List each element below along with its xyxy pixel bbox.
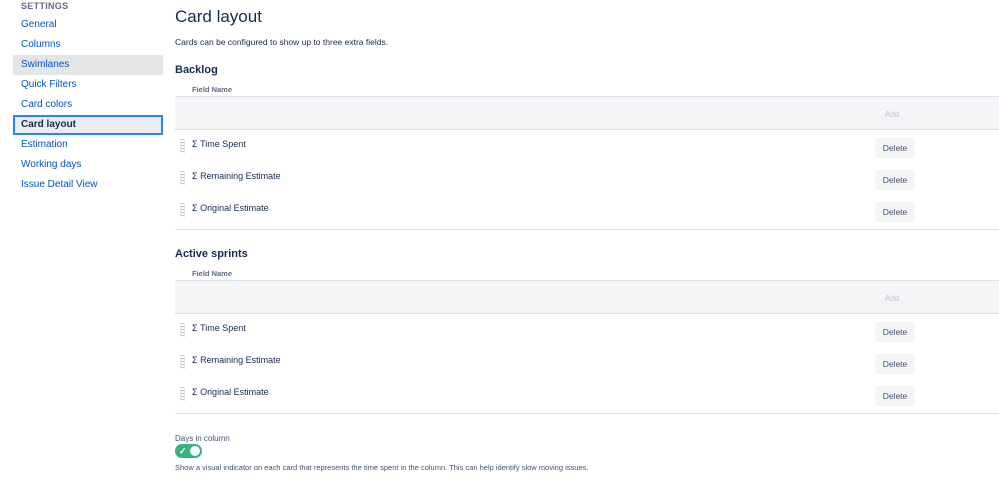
page-title: Card layout	[175, 7, 262, 26]
add-field-row[interactable]: Add	[175, 96, 999, 130]
sidebar-item-general[interactable]: General	[13, 15, 163, 35]
add-button[interactable]: Add	[875, 106, 909, 124]
field-row: Σ Original Estimate Delete	[175, 196, 999, 228]
delete-button[interactable]: Delete	[875, 386, 915, 406]
sidebar-item-issue-detail-view[interactable]: Issue Detail View	[13, 175, 163, 195]
sidebar-item-card-layout[interactable]: Card layout	[13, 115, 163, 135]
delete-button[interactable]: Delete	[875, 170, 915, 190]
field-name: Σ Remaining Estimate	[192, 171, 281, 181]
section-divider	[175, 413, 999, 414]
drag-handle-icon[interactable]	[180, 387, 185, 401]
days-in-column-toggle[interactable]: ✓	[175, 444, 202, 458]
field-row: Σ Time Spent Delete	[175, 132, 999, 164]
delete-button[interactable]: Delete	[875, 138, 915, 158]
sidebar-item-estimation[interactable]: Estimation	[13, 135, 163, 155]
toggle-knob	[190, 446, 200, 456]
sidebar-item-working-days[interactable]: Working days	[13, 155, 163, 175]
field-name: Σ Remaining Estimate	[192, 355, 281, 365]
add-button[interactable]: Add	[875, 290, 909, 308]
backlog-section: Backlog Field Name Add Σ Time Spent Dele…	[175, 64, 999, 230]
active-sprints-section: Active sprints Field Name Add Σ Time Spe…	[175, 248, 999, 414]
settings-sidebar: SETTINGS General Columns Swimlanes Quick…	[0, 0, 165, 480]
backlog-title: Backlog	[175, 64, 218, 76]
page-description: Cards can be configured to show up to th…	[175, 37, 389, 47]
sidebar-item-columns[interactable]: Columns	[13, 35, 163, 55]
delete-button[interactable]: Delete	[875, 354, 915, 374]
sidebar-heading: SETTINGS	[21, 1, 69, 11]
field-row: Σ Original Estimate Delete	[175, 380, 999, 412]
drag-handle-icon[interactable]	[180, 171, 185, 185]
sidebar-item-swimlanes[interactable]: Swimlanes	[13, 55, 163, 75]
settings-nav: General Columns Swimlanes Quick Filters …	[13, 15, 163, 195]
sidebar-item-quick-filters[interactable]: Quick Filters	[13, 75, 163, 95]
sidebar-item-card-colors[interactable]: Card colors	[13, 95, 163, 115]
drag-handle-icon[interactable]	[180, 139, 185, 153]
days-in-column-label: Days in column	[175, 434, 230, 443]
field-name: Σ Original Estimate	[192, 387, 269, 397]
days-in-column-description: Show a visual indicator on each card tha…	[175, 463, 589, 472]
main-content: Card layout Cards can be configured to s…	[175, 0, 999, 480]
delete-button[interactable]: Delete	[875, 322, 915, 342]
drag-handle-icon[interactable]	[180, 323, 185, 337]
field-name: Σ Time Spent	[192, 139, 246, 149]
field-row: Σ Remaining Estimate Delete	[175, 164, 999, 196]
field-name: Σ Original Estimate	[192, 203, 269, 213]
active-sprints-title: Active sprints	[175, 248, 248, 260]
field-name: Σ Time Spent	[192, 323, 246, 333]
field-name-column-header: Field Name	[192, 269, 233, 278]
field-row: Σ Remaining Estimate Delete	[175, 348, 999, 380]
field-row: Σ Time Spent Delete	[175, 316, 999, 348]
section-divider	[175, 229, 999, 230]
add-field-row[interactable]: Add	[175, 280, 999, 314]
drag-handle-icon[interactable]	[180, 355, 185, 369]
field-name-column-header: Field Name	[192, 85, 233, 94]
delete-button[interactable]: Delete	[875, 202, 915, 222]
drag-handle-icon[interactable]	[180, 203, 185, 217]
check-icon: ✓	[179, 446, 187, 456]
